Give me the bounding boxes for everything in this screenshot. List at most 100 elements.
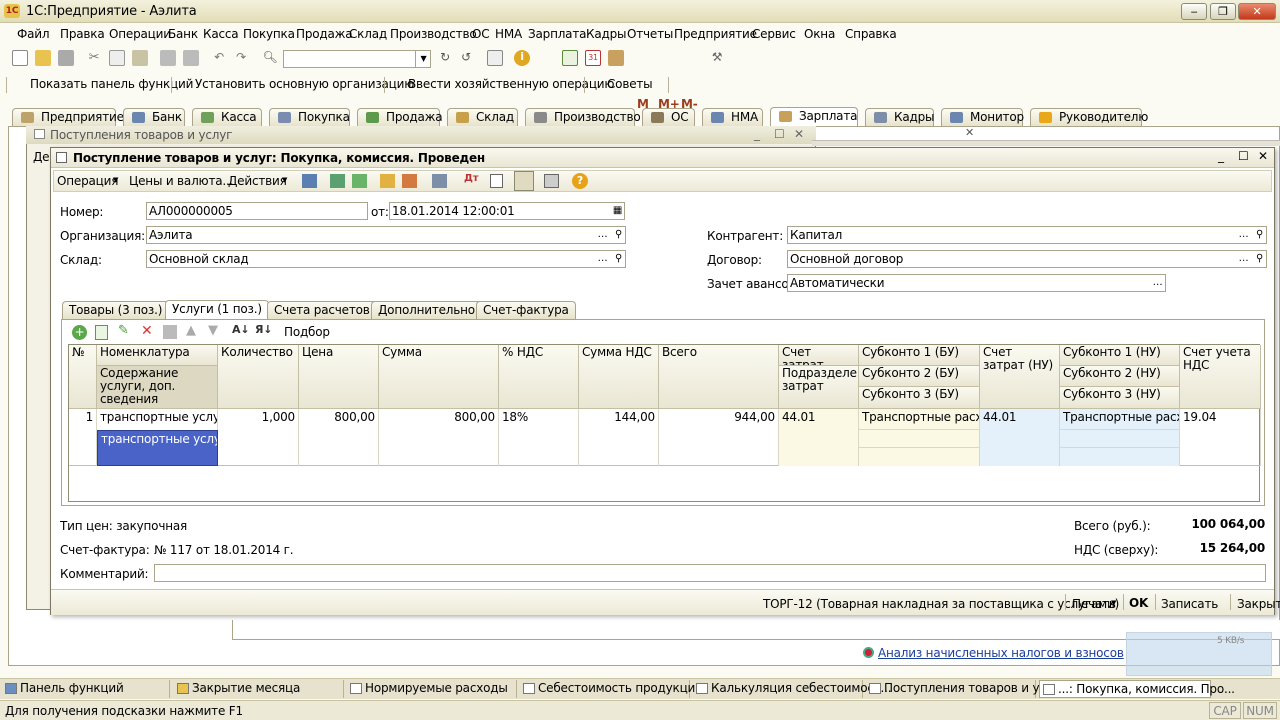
tab-invoice[interactable]: Счет-фактура: [476, 301, 576, 319]
chevron-down-icon[interactable]: ▼: [415, 50, 431, 68]
list-maximize-icon[interactable]: ☐: [774, 127, 785, 141]
tools-icon[interactable]: ⚒: [709, 50, 725, 66]
undo-icon[interactable]: ↶: [211, 50, 227, 66]
set-main-org-button[interactable]: Установить основную организацию: [195, 77, 414, 91]
section-tab-manager[interactable]: Руководителю: [1030, 108, 1148, 126]
col-sum-header[interactable]: Сумма: [379, 345, 499, 409]
copy-doc-icon[interactable]: [352, 174, 367, 188]
warehouse-field[interactable]: Основной склад: [146, 250, 626, 268]
section-tab-warehouse[interactable]: Склад: [447, 108, 518, 126]
org-open-icon[interactable]: ⚲: [611, 227, 626, 245]
cell-total[interactable]: 944,00: [659, 409, 779, 466]
print-button[interactable]: Печать: [1072, 597, 1116, 611]
section-tab-salary[interactable]: Зарплата: [770, 107, 858, 127]
col-vat-rate-header[interactable]: % НДС: [499, 345, 579, 409]
comment-field[interactable]: [154, 564, 1266, 582]
counterparty-open-icon[interactable]: ⚲: [1252, 227, 1267, 245]
dt-kt-icon[interactable]: Дт: [464, 173, 479, 184]
tab-additional[interactable]: Дополнительно: [371, 301, 482, 319]
tab-goods[interactable]: Товары (3 поз.): [62, 301, 170, 319]
based-on-icon[interactable]: [432, 174, 447, 188]
redo-icon[interactable]: ↷: [233, 50, 249, 66]
tab-settlement-accounts[interactable]: Счета расчетов: [267, 301, 377, 319]
cut-icon[interactable]: ✂: [86, 50, 102, 66]
close-button[interactable]: ✕: [1238, 3, 1276, 20]
minimize-button[interactable]: ‒: [1181, 3, 1207, 20]
cell-sub3[interactable]: [859, 448, 980, 466]
calendar-icon[interactable]: 31: [585, 50, 601, 66]
menu-edit[interactable]: Правка: [60, 27, 105, 41]
tax-analysis-link[interactable]: Анализ начисленных налогов и взносов: [878, 646, 1124, 660]
price-type-label[interactable]: Тип цен: закупочная: [60, 519, 187, 533]
section-tab-purchase[interactable]: Покупка: [269, 108, 350, 126]
counterparty-field[interactable]: Капитал: [787, 226, 1267, 244]
show-functions-panel-button[interactable]: Показать панель функций: [30, 77, 193, 91]
find-prev-icon[interactable]: ↺: [458, 50, 474, 66]
task-cost-calculation[interactable]: Калькуляция себестоимост...: [693, 680, 892, 698]
advance-field[interactable]: Автоматически: [787, 274, 1166, 292]
section-tab-enterprise[interactable]: Предприятие: [12, 108, 124, 126]
col-total-header[interactable]: Всего: [659, 345, 779, 409]
menu-reports[interactable]: Отчеты: [627, 27, 673, 41]
cell-sum[interactable]: 800,00: [379, 409, 499, 466]
find-next-icon[interactable]: ↻: [437, 50, 453, 66]
task-normed-expenses[interactable]: Нормируемые расходы: [347, 680, 517, 698]
col-sub2-header[interactable]: Субконто 2 (БУ): [859, 366, 980, 387]
save-icon[interactable]: [58, 50, 74, 66]
edit-row-icon[interactable]: ✎: [118, 323, 129, 338]
delete-row-icon[interactable]: ✕: [141, 323, 153, 339]
menu-service[interactable]: Сервис: [752, 27, 796, 41]
cell-cost-nu[interactable]: 44.01: [980, 409, 1060, 466]
section-tab-bank[interactable]: Банк: [123, 108, 185, 126]
new-doc-icon[interactable]: [12, 50, 28, 66]
col-nomenclature-header[interactable]: Номенклатура: [97, 345, 218, 366]
users-icon[interactable]: [608, 50, 624, 66]
menu-file[interactable]: Файл: [17, 27, 50, 41]
section-tab-cash[interactable]: Касса: [192, 108, 262, 126]
cell-cost-account[interactable]: 44.01: [779, 409, 859, 430]
menu-windows[interactable]: Окна: [804, 27, 835, 41]
menu-nma[interactable]: НМА: [495, 27, 522, 41]
table-row[interactable]: 1 транспортные услуги транспортные услуг…: [69, 409, 1261, 466]
journal-icon[interactable]: [490, 174, 503, 188]
print-dropdown-icon[interactable]: ▼: [1111, 599, 1116, 607]
fill-icon[interactable]: [380, 174, 395, 188]
open-folder-icon[interactable]: [35, 50, 51, 66]
col-cost-nu-header[interactable]: Счет затрат (НУ): [980, 345, 1060, 409]
help-icon[interactable]: ?: [572, 173, 588, 189]
cell-sub3nu[interactable]: [1060, 448, 1180, 466]
structure-toggle-icon[interactable]: [514, 171, 534, 191]
move-down-icon[interactable]: ▼: [208, 323, 218, 338]
cell-vat-sum[interactable]: 144,00: [579, 409, 659, 466]
task-month-closing[interactable]: Закрытие месяца: [174, 680, 344, 698]
preview-icon[interactable]: [183, 50, 199, 66]
post-icon[interactable]: [302, 174, 317, 188]
table-settings-icon[interactable]: [544, 174, 559, 188]
info-icon[interactable]: i: [514, 50, 530, 66]
copy-icon[interactable]: [109, 50, 125, 66]
close-doc-button[interactable]: Закрыть: [1237, 597, 1280, 611]
move-up-icon[interactable]: ▲: [186, 323, 196, 338]
task-goods-receipts[interactable]: Поступления товаров и услуг: [866, 680, 1066, 698]
date-field[interactable]: 18.01.2014 12:00:01: [389, 202, 625, 220]
menu-operations[interactable]: Операции: [109, 27, 171, 41]
counterparty-select-icon[interactable]: …: [1236, 227, 1251, 245]
actions-dropdown-icon[interactable]: ▼: [282, 176, 287, 184]
contract-select-icon[interactable]: …: [1236, 251, 1251, 269]
tab-services[interactable]: Услуги (1 поз.): [165, 300, 269, 320]
end-edit-icon[interactable]: [163, 325, 177, 339]
menu-purchase[interactable]: Покупка: [243, 27, 295, 41]
calculator-icon[interactable]: [562, 50, 578, 66]
sort-asc-icon[interactable]: A↓: [232, 323, 250, 336]
menu-salary[interactable]: Зарплата: [528, 27, 586, 41]
cell-sub1nu[interactable]: Транспортные расх...: [1060, 409, 1180, 430]
col-sub1-header[interactable]: Субконто 1 (БУ): [859, 345, 980, 366]
invoice-link[interactable]: № 117 от 18.01.2014 г.: [154, 543, 294, 557]
col-content-header[interactable]: Содержание услуги, доп. сведения: [97, 366, 218, 409]
col-qty-header[interactable]: Количество: [218, 345, 299, 409]
col-sub3-header[interactable]: Субконто 3 (БУ): [859, 387, 980, 409]
menu-os[interactable]: ОС: [472, 27, 490, 41]
section-tab-nma[interactable]: НМА: [702, 108, 763, 126]
podbor-button[interactable]: Подбор: [284, 325, 330, 339]
contract-field[interactable]: Основной договор: [787, 250, 1267, 268]
